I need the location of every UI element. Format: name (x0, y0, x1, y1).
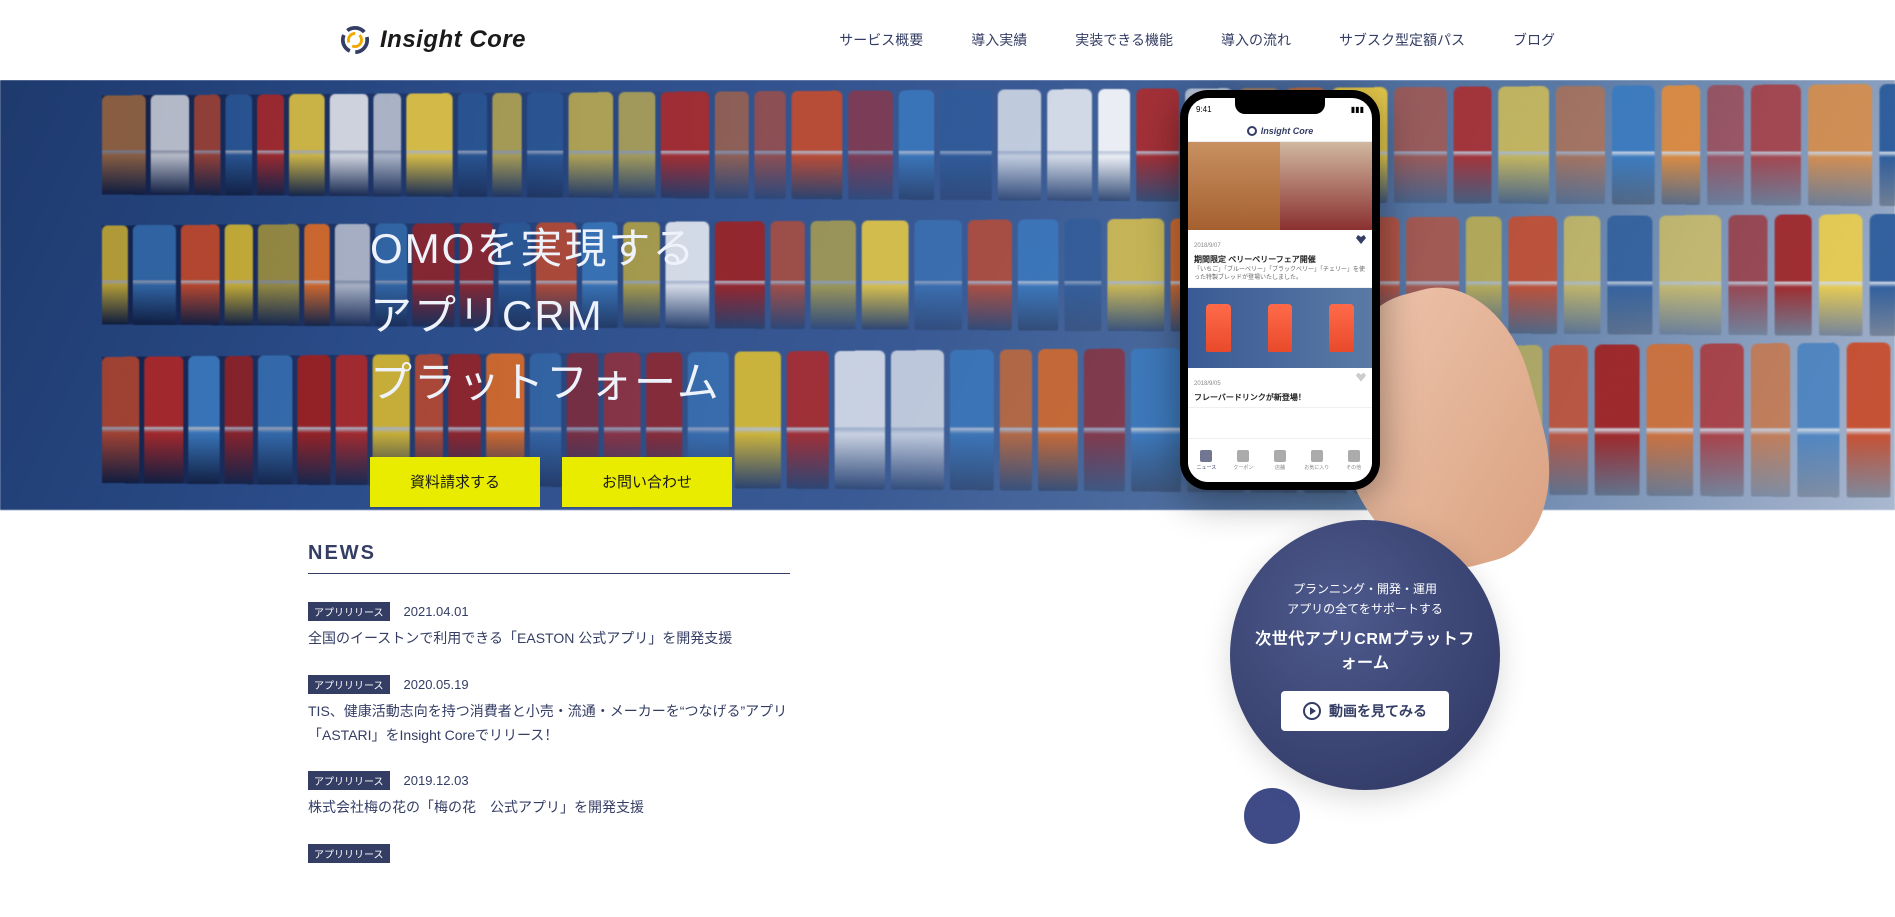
feed-card: 2018/9/07 期間限定 ベリーベリーフェア開催 「いちご」「ブルーベリー」… (1188, 142, 1372, 288)
feed-card-date: 2018/9/07 (1194, 243, 1221, 249)
main-nav: サービス概要 導入実績 実装できる機能 導入の流れ サブスク型定額パス ブログ (839, 30, 1555, 50)
shelf-row (102, 83, 1895, 207)
phone-frame: 9:41 ▮▮▮ Insight Core 2018/9/07 (1180, 90, 1380, 490)
feed-card-desc: 「いちご」「ブルーベリー」「ブラックベリー」「チェリー」を使った特製ブレッドが登… (1194, 267, 1366, 283)
news-section: NEWS アプリリリース 2021.04.01 全国のイーストンで利用できる「E… (0, 510, 790, 863)
news-heading: NEWS (308, 542, 790, 574)
play-icon (1303, 702, 1321, 720)
phone-tab-coupon: クーポン (1225, 439, 1262, 482)
news-item[interactable]: アプリリリース 2019.12.03 株式会社梅の花の「梅の花 公式アプリ」を開… (308, 771, 790, 820)
feed-card-image (1188, 288, 1372, 368)
request-docs-button[interactable]: 資料請求する (370, 457, 540, 507)
phone-mockup: 9:41 ▮▮▮ Insight Core 2018/9/07 (1120, 90, 1500, 600)
heart-icon (1356, 234, 1366, 244)
hero-section: OMOを実現する アプリCRM プラットフォーム 資料請求する お問い合わせ 9… (0, 80, 1895, 510)
hero-copy: OMOを実現する アプリCRM プラットフォーム 資料請求する お問い合わせ (370, 215, 732, 507)
news-icon (1200, 450, 1212, 462)
hero-background-image (0, 80, 1895, 510)
news-item[interactable]: アプリリリース 2021.04.01 全国のイーストンで利用できる「EASTON… (308, 602, 790, 651)
phone-logo-icon (1247, 126, 1257, 136)
promo-sub1: プランニング・開発・運用 (1293, 579, 1437, 599)
nav-blog[interactable]: ブログ (1513, 30, 1555, 50)
phone-tab-store: 店舗 (1262, 439, 1299, 482)
nav-pass[interactable]: サブスク型定額パス (1339, 30, 1465, 50)
battery-icon: ▮▮▮ (1351, 105, 1364, 114)
hero-line2: アプリCRM (370, 292, 604, 339)
news-tag: アプリリリース (308, 602, 390, 621)
phone-tab-news: ニュース (1188, 439, 1225, 482)
logo-icon (340, 25, 370, 55)
news-title: TIS、健康活動志向を持つ消費者と小売・流通・メーカーを“つなげる”アプリ「AS… (308, 700, 790, 748)
phone-app-brand: Insight Core (1261, 126, 1314, 136)
feed-card: 2018/9/05 フレーバードリンクが新登場！ (1188, 288, 1372, 408)
news-tag: アプリリリース (308, 844, 390, 863)
brand-logo[interactable]: Insight Core (340, 25, 526, 55)
phone-screen: 9:41 ▮▮▮ Insight Core 2018/9/07 (1188, 98, 1372, 482)
feed-card-date: 2018/9/05 (1194, 381, 1221, 387)
news-tag: アプリリリース (308, 675, 390, 694)
watch-video-button[interactable]: 動画を見てみる (1281, 691, 1449, 731)
hero-title: OMOを実現する アプリCRM プラットフォーム (370, 215, 732, 417)
phone-notch (1235, 98, 1325, 114)
phone-tab-fav: お気に入り (1298, 439, 1335, 482)
store-icon (1274, 450, 1286, 462)
phone-app-bar: Insight Core (1188, 120, 1372, 142)
promo-main: 次世代アプリCRMプラットフォーム (1250, 625, 1480, 673)
news-item[interactable]: アプリリリース 2020.05.19 TIS、健康活動志向を持つ消費者と小売・流… (308, 675, 790, 748)
nav-features[interactable]: 実装できる機能 (1075, 30, 1173, 50)
promo-sub2: アプリの全てをサポートする (1287, 599, 1443, 619)
feed-card-image (1188, 142, 1372, 230)
news-item[interactable]: アプリリリース (308, 844, 790, 863)
hero-line3: プラットフォーム (370, 359, 721, 406)
phone-time: 9:41 (1196, 105, 1212, 114)
watch-video-label: 動画を見てみる (1329, 701, 1427, 721)
news-date: 2020.05.19 (404, 677, 469, 692)
promo-circle: プランニング・開発・運用 アプリの全てをサポートする 次世代アプリCRMプラット… (1230, 520, 1500, 790)
contact-button[interactable]: お問い合わせ (562, 457, 732, 507)
phone-feed: 2018/9/07 期間限定 ベリーベリーフェア開催 「いちご」「ブルーベリー」… (1188, 142, 1372, 438)
news-title: 全国のイーストンで利用できる「EASTON 公式アプリ」を開発支援 (308, 627, 790, 651)
news-date: 2019.12.03 (404, 773, 469, 788)
brand-name: Insight Core (380, 26, 526, 54)
feed-card-title: フレーバードリンクが新登場！ (1194, 392, 1366, 403)
news-title: 株式会社梅の花の「梅の花 公式アプリ」を開発支援 (308, 796, 790, 820)
news-date: 2021.04.01 (404, 604, 469, 619)
feed-card-title: 期間限定 ベリーベリーフェア開催 (1194, 254, 1366, 265)
phone-tab-other: その他 (1335, 439, 1372, 482)
hero-line1: OMOを実現する (370, 225, 696, 272)
nav-flow[interactable]: 導入の流れ (1221, 30, 1291, 50)
nav-cases[interactable]: 導入実績 (971, 30, 1027, 50)
decorative-dot (1244, 788, 1300, 844)
phone-tab-bar: ニュース クーポン 店舗 お気に入り その他 (1188, 438, 1372, 482)
coupon-icon (1237, 450, 1249, 462)
other-icon (1348, 450, 1360, 462)
news-tag: アプリリリース (308, 771, 390, 790)
nav-service[interactable]: サービス概要 (839, 30, 923, 50)
heart-icon (1356, 372, 1366, 382)
site-header: Insight Core サービス概要 導入実績 実装できる機能 導入の流れ サ… (0, 0, 1895, 80)
fav-icon (1311, 450, 1323, 462)
